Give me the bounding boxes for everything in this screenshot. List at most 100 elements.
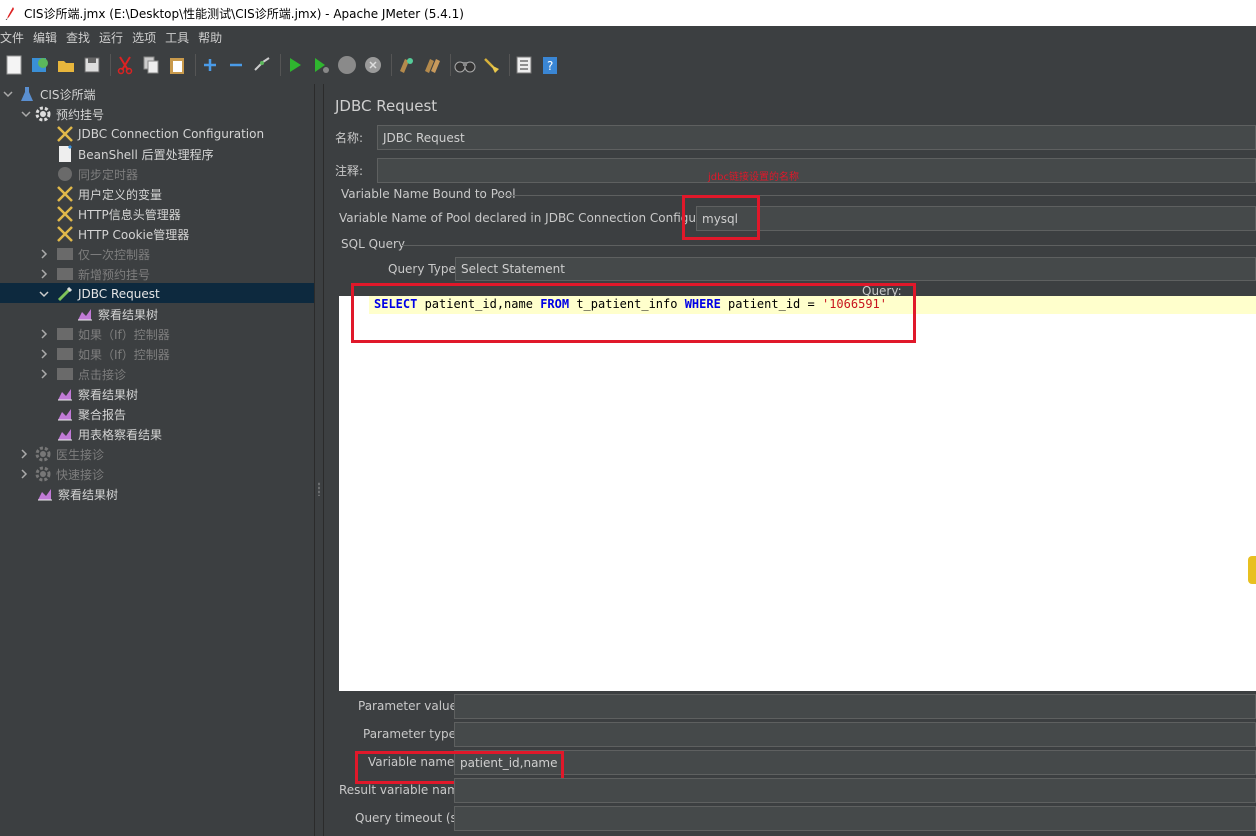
menu-help[interactable]: 帮助 (198, 29, 222, 46)
chevron-right-icon[interactable] (38, 348, 50, 360)
collapse-minus-icon[interactable] (225, 54, 247, 76)
param-values-field[interactable] (454, 694, 1256, 719)
search-binoculars-icon[interactable] (454, 54, 476, 76)
tree-node-jdbc-request[interactable]: JDBC Request (38, 284, 160, 304)
chart-listener-icon (56, 425, 74, 443)
tree-node-doctor-consult[interactable]: 医生接诊 (18, 444, 104, 464)
tree-node-result-tree-root[interactable]: 察看结果树 (36, 484, 118, 504)
chevron-right-icon[interactable] (38, 328, 50, 340)
tree-node-once-controller[interactable]: 仅一次控制器 (38, 244, 150, 264)
stop-icon[interactable] (336, 54, 358, 76)
chevron-down-icon[interactable] (2, 88, 14, 100)
svg-text:?: ? (547, 59, 553, 73)
tree-node-quick-consult[interactable]: 快速接诊 (18, 464, 104, 484)
templates-icon[interactable] (29, 54, 51, 76)
editor-gutter (339, 296, 369, 691)
result-variable-field[interactable] (454, 778, 1256, 803)
tree-node-if-controller-2[interactable]: 如果（If）控制器 (38, 344, 170, 364)
splitter-grip[interactable] (318, 482, 320, 496)
query-timeout-field[interactable] (454, 806, 1256, 831)
document-script-icon (56, 145, 74, 163)
menu-run[interactable]: 运行 (99, 29, 123, 46)
toolbar-separator (280, 54, 281, 76)
comment-field[interactable] (377, 158, 1256, 183)
wrench-screwdriver-icon (56, 205, 74, 223)
annotation-text: jdbc链接设置的名称 (708, 172, 799, 183)
tree-node-result-tree[interactable]: 察看结果树 (56, 384, 138, 404)
shutdown-icon[interactable] (362, 54, 384, 76)
clear-all-icon[interactable] (421, 54, 443, 76)
chevron-right-icon[interactable] (38, 248, 50, 260)
chevron-down-icon[interactable] (38, 288, 50, 300)
chevron-down-icon[interactable] (20, 108, 32, 120)
new-file-icon[interactable] (3, 54, 25, 76)
gear-icon (34, 105, 52, 123)
menu-bar: 文件 编辑 查找 运行 选项 工具 帮助 (0, 26, 1256, 48)
sql-group-border (401, 245, 1256, 246)
menu-edit[interactable]: 编辑 (33, 29, 57, 46)
function-helper-icon[interactable] (513, 54, 535, 76)
tree-node-table-results[interactable]: 用表格察看结果 (56, 424, 162, 444)
annotation-box-query (351, 283, 916, 343)
copy-icon[interactable] (140, 54, 162, 76)
pipette-sampler-icon (56, 285, 74, 303)
tree-node-aggregate-report[interactable]: 聚合报告 (56, 404, 126, 424)
pool-group-title: Variable Name Bound to Pool (341, 187, 516, 201)
controller-box-icon (56, 245, 74, 263)
chevron-right-icon[interactable] (38, 268, 50, 280)
open-folder-icon[interactable] (55, 54, 77, 76)
sql-group-title: SQL Query (341, 237, 406, 251)
variable-names-field[interactable]: patient_id,name (454, 750, 1256, 775)
pool-name-field[interactable]: mysql (696, 206, 1256, 231)
start-icon[interactable] (284, 54, 306, 76)
help-icon[interactable]: ? (539, 54, 561, 76)
start-no-pauses-icon[interactable] (310, 54, 332, 76)
chevron-right-icon[interactable] (18, 448, 30, 460)
tree-node-thread-group[interactable]: 预约挂号 (20, 104, 104, 124)
clear-icon[interactable] (395, 54, 417, 76)
editor-code-area[interactable] (369, 296, 1256, 691)
expand-plus-icon[interactable] (199, 54, 221, 76)
tree-node-result-tree-child[interactable]: 察看结果树 (76, 304, 158, 324)
toolbar-separator (509, 54, 510, 76)
cut-icon[interactable] (114, 54, 136, 76)
timer-icon (56, 165, 74, 183)
param-types-field[interactable] (454, 722, 1256, 747)
tree-node-header-manager[interactable]: HTTP信息头管理器 (56, 204, 181, 224)
menu-options[interactable]: 选项 (132, 29, 156, 46)
tree-node-new-appointment[interactable]: 新增预约挂号 (38, 264, 150, 284)
wrench-screwdriver-icon (56, 185, 74, 203)
tree-node-root[interactable]: CIS诊所端 (2, 84, 96, 104)
query-type-select[interactable]: Select Statement (455, 257, 1256, 281)
name-field[interactable]: JDBC Request (377, 125, 1256, 150)
result-variable-label: Result variable name: (339, 783, 471, 797)
query-type-label: Query Type: (388, 262, 460, 276)
tree-node-beanshell[interactable]: BeanShell 后置处理程序 (56, 144, 214, 164)
jdbc-request-panel: JDBC Request 名称: JDBC Request 注释: jdbc链接… (324, 84, 1256, 836)
tree-node-click-consult[interactable]: 点击接诊 (38, 364, 126, 384)
tree-node-cookie-manager[interactable]: HTTP Cookie管理器 (56, 224, 189, 244)
reset-search-broom-icon[interactable] (480, 54, 502, 76)
side-warning-indicator (1248, 556, 1256, 584)
chevron-right-icon[interactable] (18, 468, 30, 480)
wrench-screwdriver-icon (56, 125, 74, 143)
menu-tools[interactable]: 工具 (165, 29, 189, 46)
save-icon[interactable] (81, 54, 103, 76)
toolbar-separator (391, 54, 392, 76)
sql-query-editor[interactable]: SELECT patient_id,name FROM t_patient_in… (339, 296, 1256, 691)
tree-node-if-controller-1[interactable]: 如果（If）控制器 (38, 324, 170, 344)
tree-node-sync-timer[interactable]: 同步定时器 (56, 164, 138, 184)
pane-splitter[interactable] (314, 84, 324, 836)
menu-file[interactable]: 文件 (0, 29, 24, 46)
menu-search[interactable]: 查找 (66, 29, 90, 46)
test-plan-flask-icon (18, 85, 36, 103)
test-plan-tree: CIS诊所端 预约挂号 JDBC Connection Configuratio… (0, 84, 314, 836)
paste-icon[interactable] (166, 54, 188, 76)
toggle-icon[interactable] (251, 54, 273, 76)
tree-node-jdbc-config[interactable]: JDBC Connection Configuration (56, 124, 264, 144)
chevron-right-icon[interactable] (38, 368, 50, 380)
wrench-screwdriver-icon (56, 225, 74, 243)
tree-node-user-vars[interactable]: 用户定义的变量 (56, 184, 162, 204)
toolbar-separator (110, 54, 111, 76)
toolbar: ? (0, 48, 1256, 82)
